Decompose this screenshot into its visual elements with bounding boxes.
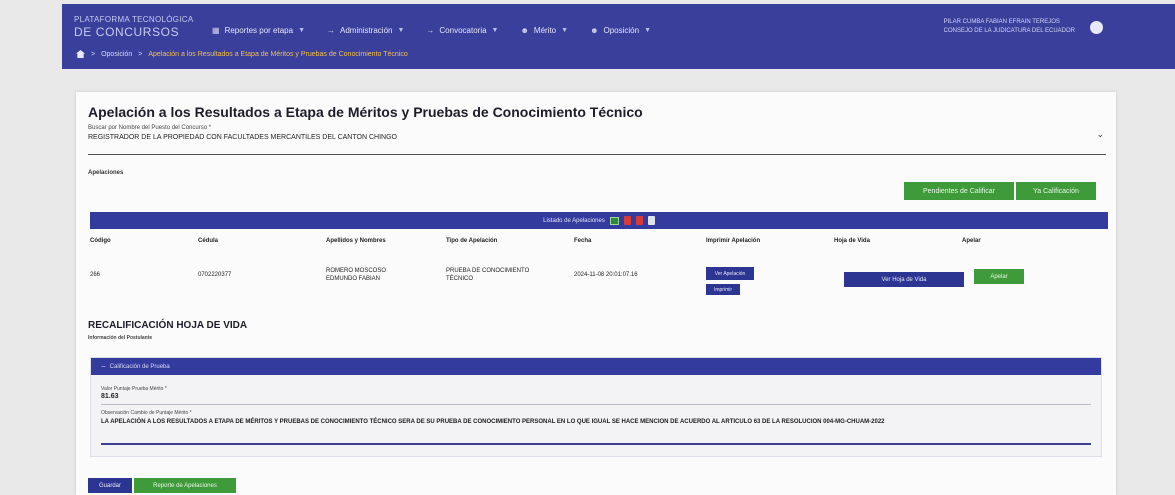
col-nombres: Apellidos y Nombres — [326, 238, 386, 244]
col-imprimir: Imprimir Apelación — [706, 238, 761, 244]
reporte-apelaciones-button[interactable]: Reporte de Apelaciones — [134, 478, 236, 493]
breadcrumb-oposicion[interactable]: Oposición — [101, 51, 132, 58]
user-name: PILAR CUMBA FABIAN EFRAIN TEREJOS — [943, 19, 1060, 25]
cell-codigo: 266 — [90, 272, 101, 278]
breadcrumb-separator: > — [138, 50, 143, 58]
chevron-down-icon: ▼ — [561, 27, 569, 34]
nav-oposicion-label: Oposición — [603, 26, 640, 35]
guardar-button[interactable]: Guardar — [88, 478, 132, 493]
person-icon: ☻ — [590, 26, 599, 35]
cell-fecha: 2024-11-08 20:01:07.16 — [574, 272, 638, 278]
nav-convocatoria[interactable]: → Convocatoria ▼ — [426, 26, 498, 35]
excel-icon[interactable] — [609, 216, 619, 225]
col-hoja-vida: Hoja de Vida — [834, 238, 870, 244]
home-icon[interactable] — [76, 50, 85, 58]
main-nav: ▦ Reportes por etapa ▼ → Administración … — [212, 26, 651, 35]
user-info: PILAR CUMBA FABIAN EFRAIN TEREJOS CONSEJ… — [944, 18, 1075, 36]
calificacion-button[interactable]: Ya Calificación — [1016, 182, 1096, 200]
chevron-down-icon[interactable]: ⌄ — [1096, 129, 1104, 140]
section-label-apelaciones: Apelaciones — [88, 170, 124, 176]
observacion-label: Observación Cambio de Puntaje Mérito * — [101, 410, 192, 416]
puntaje-underline — [101, 404, 1091, 405]
arrow-icon: → — [426, 26, 435, 35]
nav-administracion-label: Administración — [340, 26, 393, 35]
breadcrumb-current: Apelación a los Resultados a Etapa de Mé… — [148, 50, 408, 58]
col-cedula: Cédula — [198, 238, 219, 244]
recalificacion-title: RECALIFICACIÓN HOJA DE VIDA — [88, 320, 248, 331]
cell-cedula: 0702220377 — [198, 272, 232, 278]
puesto-select[interactable]: REGISTRADOR DE LA PROPIEDAD CON FACULTAD… — [88, 134, 397, 141]
nav-oposicion[interactable]: ☻ Oposición ▼ — [590, 26, 651, 35]
cell-tipo: PRUEBA DE CONOCIMIENTO TÉCNICO — [446, 268, 530, 282]
top-navbar: PLATAFORMA TECNOLÓGICA DE CONCURSOS ▦ Re… — [62, 4, 1175, 69]
calificacion-panel-header[interactable]: − Calificación de Prueba — [91, 358, 1101, 375]
nav-administracion[interactable]: → Administración ▼ — [327, 26, 404, 35]
person-icon: ☻ — [520, 26, 529, 35]
breadcrumb-separator: > — [91, 50, 96, 58]
main-card: Apelación a los Resultados a Etapa de Mé… — [76, 92, 1116, 495]
page-title: Apelación a los Resultados a Etapa de Mé… — [88, 104, 643, 120]
calificacion-panel-title: Calificación de Prueba — [109, 363, 170, 370]
col-apelar: Apelar — [962, 238, 981, 244]
col-fecha: Fecha — [574, 238, 592, 244]
observacion-underline — [101, 443, 1091, 445]
account-icon[interactable] — [1090, 21, 1103, 34]
chevron-down-icon: ▼ — [298, 27, 305, 34]
user-org: CONSEJO DE LA JUDICATURA DEL ECUADOR — [943, 28, 1075, 34]
list-header: Listado de Apelaciones — [90, 212, 1108, 229]
chevron-down-icon: ▼ — [644, 27, 652, 34]
col-tipo: Tipo de Apelación — [446, 238, 498, 244]
ver-hoja-vida-button[interactable]: Ver Hoja de Vida — [844, 272, 964, 287]
document-icon[interactable] — [647, 216, 655, 225]
list-title: Listado de Apelaciones — [543, 217, 605, 224]
report-icon: ▦ — [212, 26, 220, 35]
puntaje-input[interactable]: 81.63 — [101, 393, 119, 400]
select-underline — [88, 154, 1106, 155]
nav-reportes[interactable]: ▦ Reportes por etapa ▼ — [212, 26, 305, 35]
cell-nombres: ROMERO MOSCOSO EDMUNDO FABIAN — [326, 268, 387, 282]
nav-convocatoria-label: Convocatoria — [439, 26, 487, 35]
chevron-down-icon: ▼ — [397, 27, 405, 34]
pdf-icon[interactable] — [623, 216, 631, 225]
brand-logo[interactable]: PLATAFORMA TECNOLÓGICA DE CONCURSOS — [74, 15, 194, 39]
observacion-textarea[interactable]: LA APELACIÓN A LOS RESULTADOS A ETAPA DE… — [101, 418, 1091, 426]
recalificacion-subtitle: Información del Postulante — [88, 335, 153, 341]
puntaje-label: Valor Puntaje Prueba Mérito * — [101, 386, 167, 392]
calificacion-panel: − Calificación de Prueba Valor Puntaje P… — [90, 357, 1102, 457]
pendientes-button[interactable]: Pendientes de Calificar — [904, 182, 1014, 200]
nav-reportes-label: Reportes por etapa — [224, 26, 294, 35]
chevron-down-icon: ▼ — [491, 27, 499, 34]
brand-line2: DE CONCURSOS — [74, 25, 180, 39]
table-header: Código Cédula Apellidos y Nombres Tipo d… — [90, 238, 1108, 250]
collapse-icon[interactable]: − — [101, 362, 106, 371]
select-label: Buscar por Nombre del Puesto del Concurs… — [88, 125, 212, 131]
ver-apelacion-button[interactable]: Ver Apelación — [706, 267, 754, 280]
imprimir-button[interactable]: Imprimir — [706, 284, 740, 295]
col-codigo: Código — [90, 238, 111, 244]
nav-merito-label: Mérito — [533, 26, 557, 35]
brand-line1: PLATAFORMA TECNOLÓGICA — [74, 15, 194, 24]
pdf-icon[interactable] — [635, 216, 643, 225]
apelar-button[interactable]: Apelar — [974, 269, 1024, 284]
nav-merito[interactable]: ☻ Mérito ▼ — [520, 26, 568, 35]
admin-icon: → — [327, 26, 335, 35]
breadcrumb: > Oposición > Apelación a los Resultados… — [76, 50, 408, 58]
